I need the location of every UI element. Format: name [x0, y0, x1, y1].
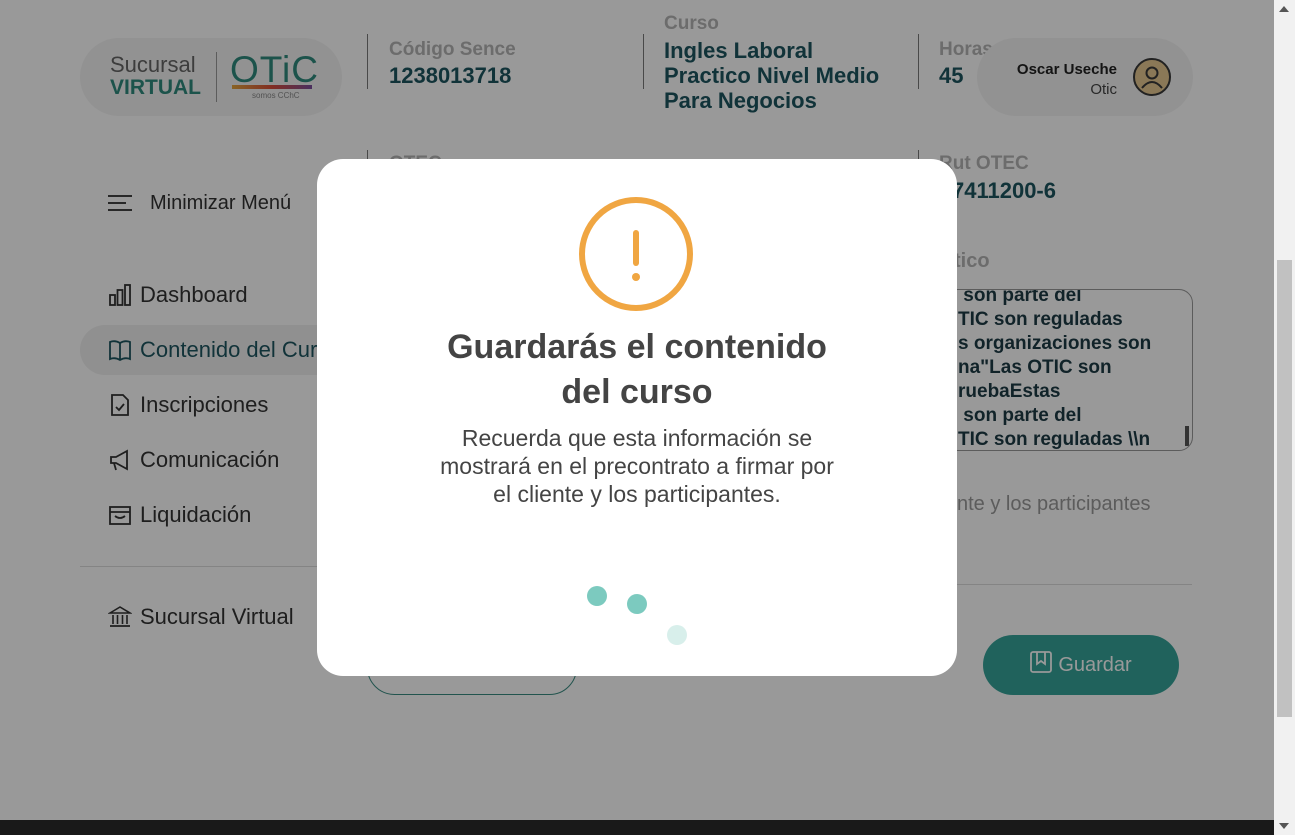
scrollbar-thumb[interactable]: [1277, 260, 1292, 717]
modal-title: Guardarás el contenido del curso: [447, 328, 827, 411]
confirmation-modal: Guardarás el contenido del curso Recuerd…: [317, 159, 957, 676]
scroll-down-arrow-icon[interactable]: [1279, 823, 1289, 829]
warning-icon: [579, 197, 693, 311]
page-scrollbar[interactable]: [1274, 0, 1295, 835]
loading-dot: [667, 625, 687, 645]
modal-message: Recuerda que esta información se mostrar…: [440, 425, 834, 507]
loading-dot: [587, 586, 607, 606]
loading-dot: [627, 594, 647, 614]
scroll-up-arrow-icon[interactable]: [1279, 6, 1289, 12]
